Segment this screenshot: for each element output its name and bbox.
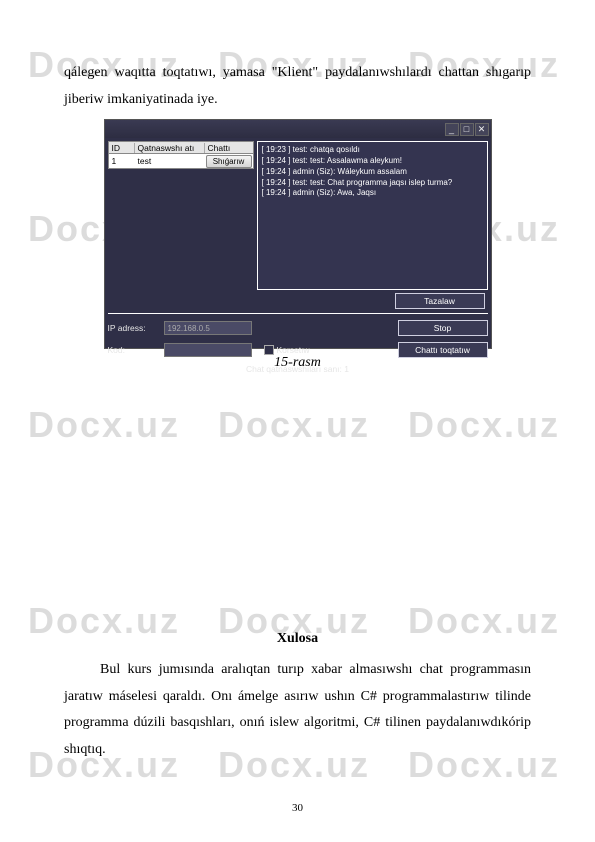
chat-log: [ 19:23 ] test: chatqa qosıldı [ 19:24 ]…: [257, 141, 488, 290]
ip-label: IP adress:: [108, 323, 164, 333]
col-id: ID: [109, 143, 135, 153]
col-action: Chattı: [205, 143, 253, 153]
row-name: test: [135, 156, 206, 166]
kick-button[interactable]: Shıǵarıw: [206, 155, 252, 168]
col-name: Qatnaswshı atı: [135, 143, 205, 153]
chat-line: [ 19:24 ] admin (Siz): Awa, Jaqsı: [262, 188, 483, 199]
page-number: 30: [0, 802, 595, 814]
show-checkbox[interactable]: [264, 345, 274, 355]
participants-panel: ID Qatnaswshı atı Chattı 1 test Shıǵarıw: [105, 138, 257, 293]
clear-button[interactable]: Tazalaw: [395, 293, 485, 309]
app-body: ID Qatnaswshı atı Chattı 1 test Shıǵarıw…: [105, 138, 491, 293]
stop-chat-button[interactable]: Chattı toqtatıw: [398, 342, 488, 358]
minimize-button[interactable]: _: [445, 123, 459, 136]
kod-label: Kod:: [108, 345, 164, 355]
table-row: 1 test Shıǵarıw: [108, 154, 254, 169]
stop-button[interactable]: Stop: [398, 320, 488, 336]
close-button[interactable]: ✕: [475, 123, 489, 136]
row-id: 1: [109, 156, 135, 166]
chat-line: [ 19:24 ] admin (Siz): Wáleykum assalam: [262, 167, 483, 178]
screenshot-figure: _ □ ✕ ID Qatnaswshı atı Chattı 1 test Sh…: [64, 119, 531, 349]
app-window: _ □ ✕ ID Qatnaswshı atı Chattı 1 test Sh…: [104, 119, 492, 349]
section-title: Xulosa: [64, 631, 531, 647]
settings-section: IP adress: 192.168.0.5 Stop Kod: Korsetı…: [108, 313, 488, 358]
chat-line: [ 19:24 ] test: test: Assalawma aleykum!: [262, 156, 483, 167]
clear-button-row: Tazalaw: [105, 293, 491, 311]
ip-row: IP adress: 192.168.0.5 Stop: [108, 320, 488, 336]
titlebar: _ □ ✕: [105, 120, 491, 138]
intro-paragraph: qálegen waqıtta toqtatıwı, yamasa "Klien…: [64, 60, 531, 113]
participants-header: ID Qatnaswshı atı Chattı: [108, 141, 254, 154]
page-content: qálegen waqıtta toqtatıwı, yamasa "Klien…: [0, 0, 595, 804]
maximize-button[interactable]: □: [460, 123, 474, 136]
ip-input[interactable]: 192.168.0.5: [164, 321, 252, 335]
chat-line: [ 19:24 ] test: test: Chat programma jaq…: [262, 178, 483, 189]
status-line: Chat qatnaswshıları sanı: 1: [105, 364, 491, 374]
kod-input[interactable]: [164, 343, 252, 357]
kod-row: Kod: Korsetıw Chattı toqtatıw: [108, 342, 488, 358]
show-checkbox-label: Korsetıw: [277, 345, 310, 355]
chat-line: [ 19:23 ] test: chatqa qosıldı: [262, 145, 483, 156]
show-checkbox-wrap: Korsetıw: [264, 345, 310, 355]
conclusion-paragraph: Bul kurs jumısında aralıqtan turıp xabar…: [64, 657, 531, 763]
